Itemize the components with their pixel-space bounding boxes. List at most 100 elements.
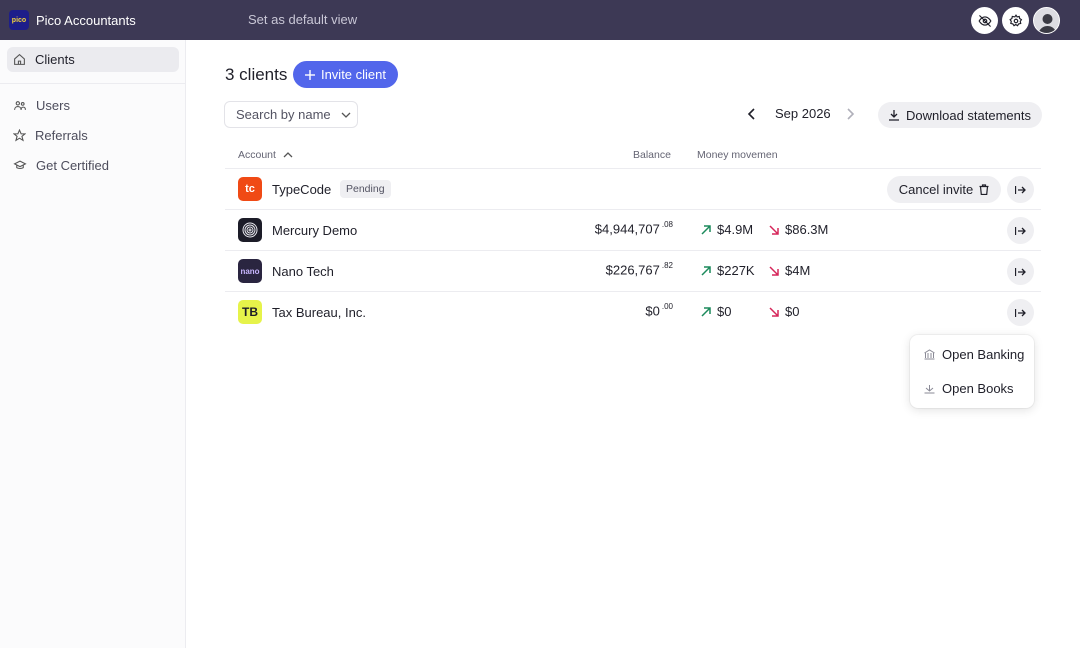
column-header-money-movement[interactable]: Money movemen (697, 149, 783, 161)
month-navigator: Sep 2026 (744, 106, 855, 121)
money-in: $227K (701, 263, 755, 278)
brand-logo: pico (9, 10, 29, 30)
settings-button[interactable] (1002, 7, 1029, 34)
money-out-value: $86.3M (785, 222, 829, 237)
column-header-account[interactable]: Account (238, 149, 293, 161)
cancel-invite-button[interactable]: Cancel invite (887, 176, 1001, 203)
client-balance: $4,944,707.08 (594, 220, 673, 237)
balance-amount: $0 (645, 303, 660, 319)
balance-cents: .08 (661, 220, 673, 229)
open-client-button[interactable] (1007, 176, 1034, 203)
client-balance: $0.00 (645, 302, 673, 319)
invite-client-button[interactable]: Invite client (293, 61, 398, 88)
money-out: $0 (769, 304, 799, 319)
money-in-value: $0 (717, 304, 732, 319)
client-name: Mercury Demo (272, 223, 358, 238)
gear-icon (1008, 13, 1022, 26)
arrow-up-right-icon (701, 224, 711, 235)
home-icon (14, 53, 25, 65)
download-statements-button[interactable]: Download statements (878, 102, 1042, 128)
arrow-right-to-line-icon (1015, 226, 1026, 235)
money-in: $4.9M (701, 222, 753, 237)
arrow-right-to-line-icon (1015, 308, 1026, 317)
avatar-icon (1034, 8, 1059, 33)
balance-cents: .82 (661, 261, 673, 270)
arrow-down-right-icon (769, 224, 779, 235)
open-client-button[interactable] (1007, 299, 1034, 326)
eye-off-icon (977, 14, 992, 27)
status-badge: Pending (340, 180, 391, 198)
sidebar-divider (0, 83, 186, 84)
client-name: TypeCode (272, 182, 332, 197)
graduation-cap-icon (13, 160, 27, 170)
client-logo: TB (238, 300, 262, 324)
menu-item-open-books[interactable]: Open Books (924, 381, 1014, 396)
arrow-up-right-icon (701, 265, 711, 276)
balance-amount: $226,767 (605, 262, 660, 278)
trash-icon (979, 184, 989, 195)
column-header-account-label: Account (238, 149, 276, 161)
search-dropdown[interactable]: Search by name (224, 101, 358, 128)
plus-icon (304, 69, 315, 80)
arrow-up-right-icon (701, 306, 711, 317)
menu-item-open-banking[interactable]: Open Banking (924, 347, 1024, 362)
money-in-value: $227K (717, 263, 755, 278)
table-row[interactable]: TB Tax Bureau, Inc. $0.00 $0 $0 (225, 291, 1041, 332)
sidebar-item-label: Users (36, 98, 70, 113)
brand[interactable]: pico Pico Accountants (9, 10, 136, 30)
mercury-logo-icon (242, 222, 258, 238)
search-placeholder: Search by name (236, 107, 331, 122)
sidebar: Clients Users Referrals Get Certified (0, 40, 186, 648)
table-row[interactable]: tc TypeCode Pending Cancel invite (225, 168, 1041, 209)
money-out-value: $4M (785, 263, 811, 278)
arrow-down-right-icon (769, 306, 779, 317)
sidebar-item-label: Clients (35, 52, 75, 67)
star-icon (13, 129, 26, 142)
menu-item-label: Open Books (942, 381, 1014, 396)
money-in-value: $4.9M (717, 222, 754, 237)
open-client-button[interactable] (1007, 258, 1034, 285)
sidebar-item-clients[interactable]: Clients (7, 47, 179, 72)
open-client-button[interactable] (1007, 217, 1034, 244)
arrow-right-to-line-icon (1015, 267, 1026, 276)
client-logo (238, 218, 262, 242)
chevron-down-icon (341, 112, 351, 118)
invite-client-label: Invite client (320, 67, 387, 82)
balance-amount: $4,944,707 (594, 221, 660, 237)
money-out-value: $0 (785, 304, 800, 319)
sidebar-item-users[interactable]: Users (7, 93, 179, 118)
table-row[interactable]: nano Nano Tech $226,767.82 $227K $4M (225, 250, 1041, 291)
bank-icon (924, 349, 935, 360)
download-icon (888, 109, 899, 121)
sidebar-item-referrals[interactable]: Referrals (7, 123, 179, 148)
set-default-view-link[interactable]: Set as default view (248, 12, 357, 27)
client-name: Tax Bureau, Inc. (272, 305, 366, 320)
hide-balances-button[interactable] (971, 7, 998, 34)
money-in: $0 (701, 304, 731, 319)
column-header-balance[interactable]: Balance (633, 149, 671, 161)
sidebar-item-label: Get Certified (36, 158, 109, 173)
sort-ascending-icon (283, 152, 293, 158)
table-row[interactable]: Mercury Demo $4,944,707.08 $4.9M $86.3M (225, 209, 1041, 250)
client-logo: nano (238, 259, 262, 283)
money-out: $86.3M (769, 222, 828, 237)
top-actions (971, 7, 1060, 34)
users-icon (14, 101, 26, 110)
app-name: Pico Accountants (36, 12, 136, 28)
arrow-down-right-icon (769, 265, 779, 276)
chevron-left-icon[interactable] (744, 107, 760, 120)
balance-cents: .00 (661, 302, 673, 311)
page-title: 3 clients (225, 65, 288, 84)
menu-item-label: Open Banking (942, 347, 1025, 362)
current-month: Sep 2026 (775, 106, 831, 121)
user-avatar[interactable] (1033, 7, 1060, 34)
books-icon (924, 385, 935, 394)
arrow-right-to-line-icon (1015, 185, 1026, 194)
chevron-right-icon[interactable] (845, 107, 855, 120)
open-client-menu: Open Banking Open Books (910, 335, 1034, 408)
sidebar-item-get-certified[interactable]: Get Certified (7, 153, 179, 178)
download-statements-label: Download statements (905, 107, 1031, 123)
money-out: $4M (769, 263, 810, 278)
sidebar-item-label: Referrals (35, 128, 88, 143)
cancel-invite-label: Cancel invite (898, 182, 974, 197)
